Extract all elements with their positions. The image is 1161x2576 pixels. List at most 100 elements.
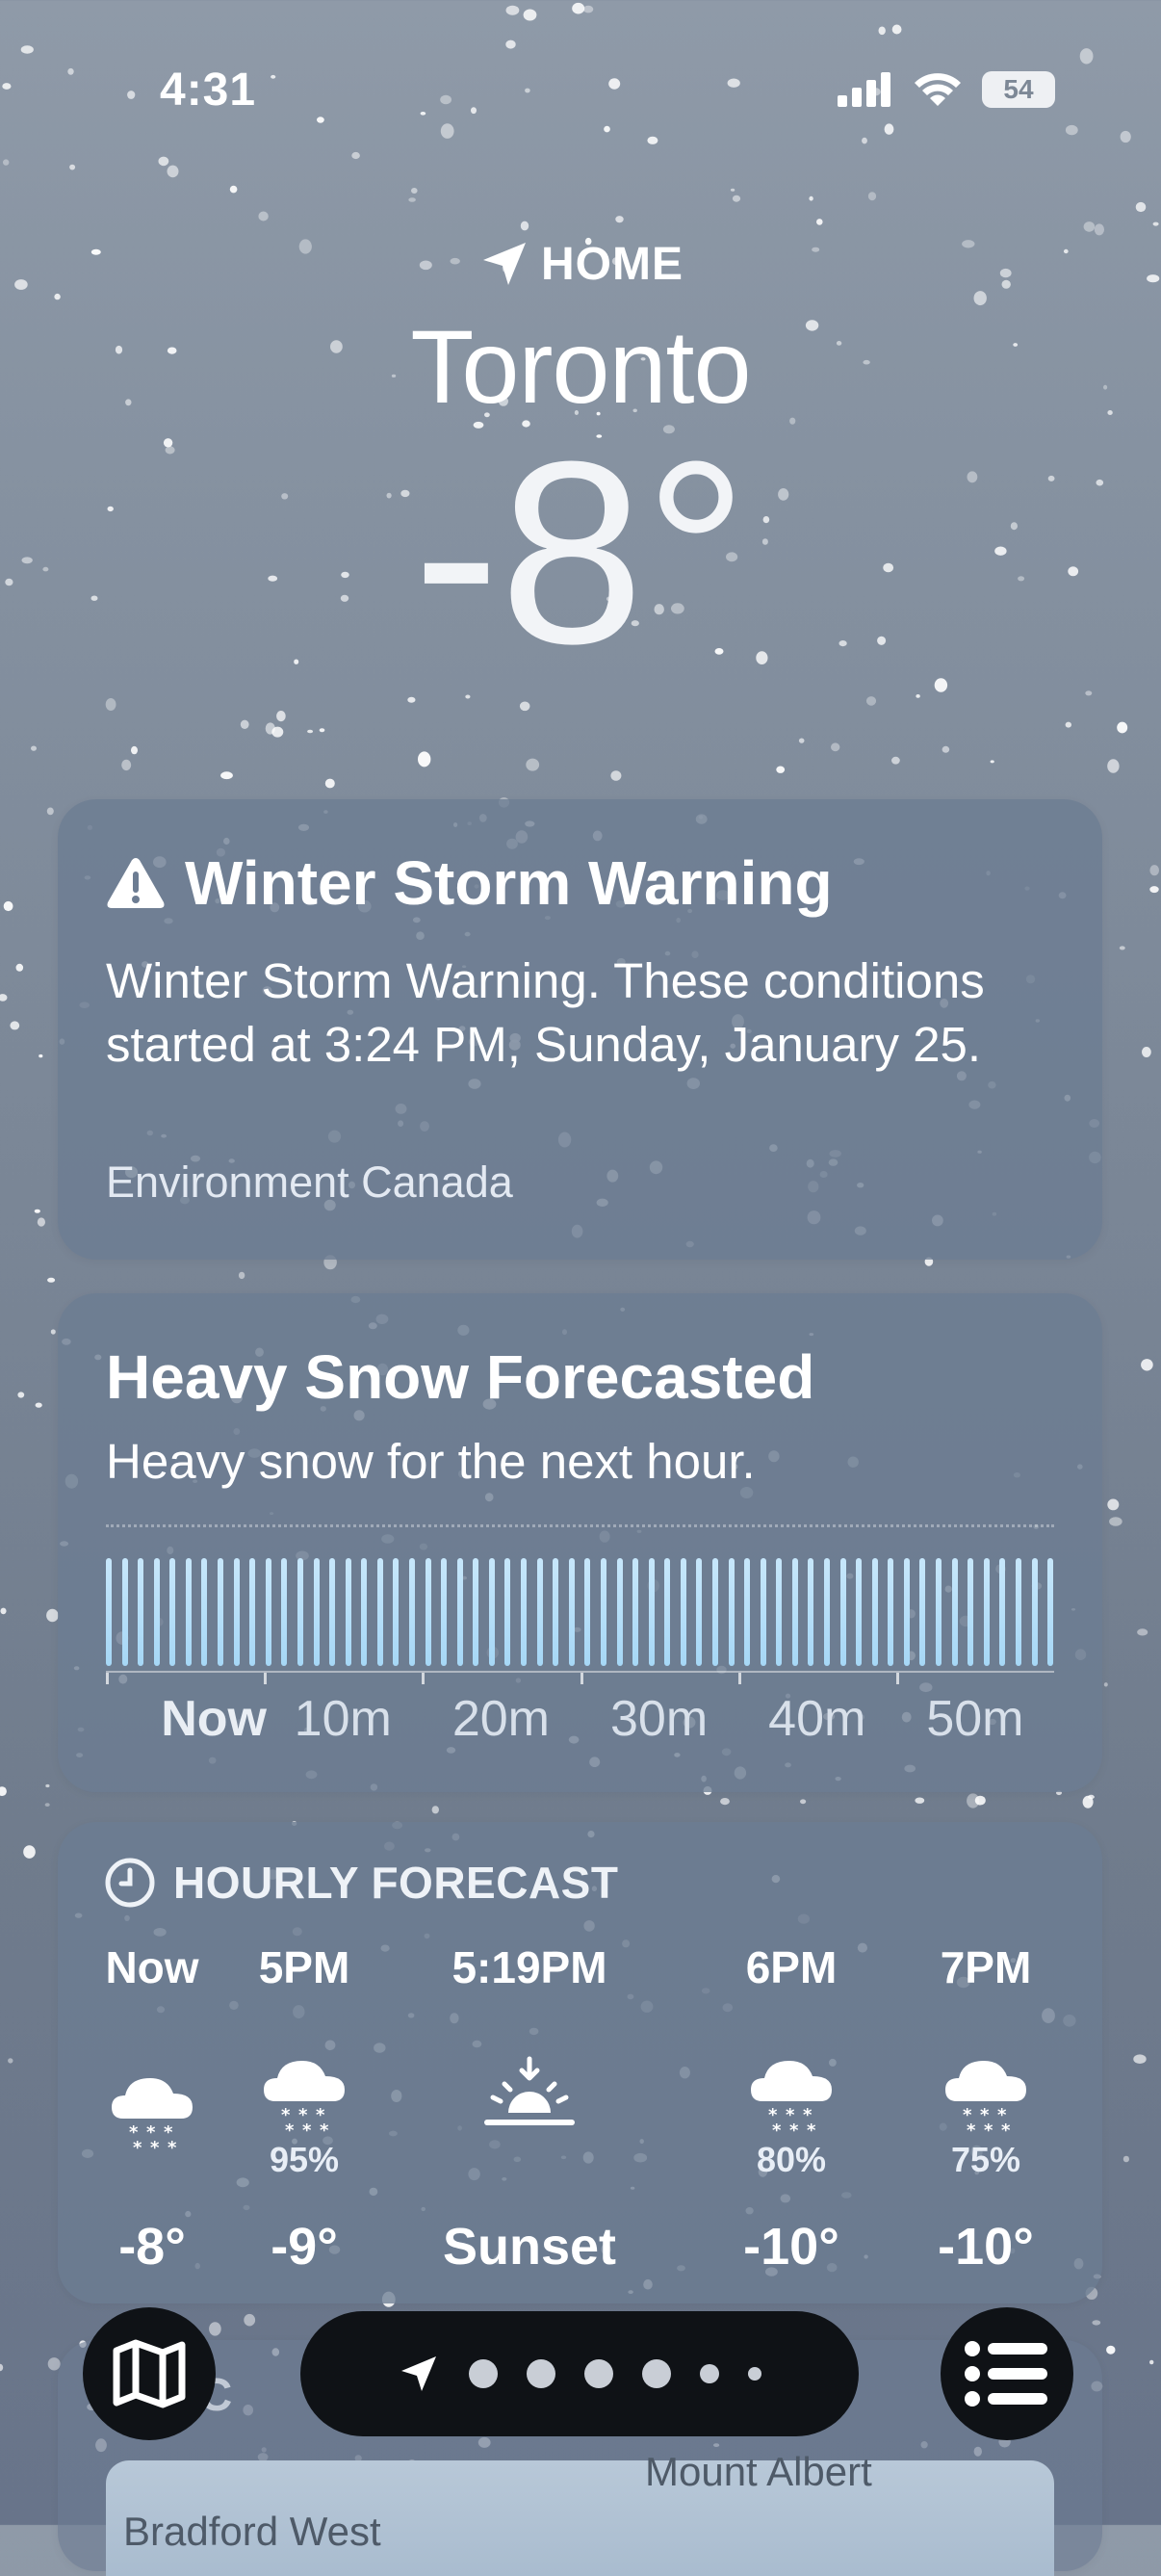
snowflake [1120, 130, 1131, 143]
snowflake [878, 26, 886, 36]
precip-bar [425, 1558, 431, 1666]
svg-text:*: * [150, 2138, 160, 2157]
snowflake [1083, 221, 1096, 232]
snowflake [610, 770, 622, 781]
snowflake [1133, 2054, 1147, 2064]
warning-title-row: Winter Storm Warning [106, 847, 833, 919]
snowflake [471, 107, 477, 115]
list-icon [965, 2341, 1047, 2407]
precip-bar [888, 1558, 894, 1666]
page-dot[interactable] [748, 2367, 761, 2381]
precip-bar [808, 1558, 814, 1666]
page-dot[interactable] [642, 2359, 671, 2388]
hour-precip-chance: 80% [756, 2140, 827, 2179]
snowflake [34, 1209, 40, 1213]
snowflake [440, 123, 454, 139]
hourly-forecast-card[interactable]: HOURLY FORECAST Now * * * * * * -8° 5PM * * * *… [58, 1822, 1102, 2303]
page-dot[interactable] [469, 2359, 498, 2388]
snowflake [1137, 1628, 1148, 1636]
precip-bar [185, 1558, 192, 1666]
precip-axis-tick [106, 1673, 109, 1684]
snowflake [520, 221, 529, 231]
precip-bar [568, 1558, 575, 1666]
snowflake [1065, 721, 1072, 728]
snowflake [1106, 2345, 1116, 2355]
hour-weather-icon: * * * * * * [743, 2053, 839, 2141]
svg-text:*: * [302, 2121, 312, 2140]
precip-bar [648, 1558, 655, 1666]
battery-indicator: 54 [982, 71, 1055, 108]
precip-bar [281, 1558, 288, 1666]
cellular-signal-icon [838, 72, 890, 107]
precip-bar [504, 1558, 511, 1666]
snowflake [990, 760, 994, 764]
snowflake [1103, 1682, 1108, 1687]
map-place-label: Bradford West [123, 2509, 381, 2554]
snowflake [967, 1793, 980, 1808]
precip-time-label: 10m [294, 1691, 392, 1747]
page-dot[interactable] [700, 2364, 719, 2383]
sunset-icon [484, 2056, 575, 2125]
snowflake [604, 125, 610, 133]
snowflake [420, 112, 426, 116]
hour-time: 6PM [745, 1942, 838, 1992]
snowflake [158, 156, 169, 167]
precip-bar [201, 1558, 208, 1666]
snowflake [265, 722, 275, 735]
snowflake [1085, 690, 1093, 696]
snowflake [10, 1021, 20, 1030]
snowflake [884, 123, 894, 135]
snowflake [776, 766, 786, 773]
page-dot[interactable] [584, 2359, 613, 2388]
snowflake [942, 745, 950, 753]
snowflake [31, 745, 37, 751]
precip-bar [696, 1558, 703, 1666]
page-dot[interactable] [527, 2359, 555, 2388]
snowflake [1141, 1359, 1153, 1371]
precip-bar [983, 1558, 990, 1666]
location-page-indicator[interactable] [300, 2311, 859, 2436]
snowflake [2, 83, 12, 90]
snowflake [317, 117, 324, 123]
hour-temperature: Sunset [442, 2218, 617, 2276]
snowflake [519, 701, 530, 712]
snowflake [732, 195, 741, 202]
precip-bar [839, 1558, 846, 1666]
map-button[interactable] [83, 2307, 216, 2440]
precip-bar [728, 1558, 735, 1666]
warning-title: Winter Storm Warning [185, 848, 833, 918]
snowflake [582, 5, 594, 13]
snowflake [0, 1786, 7, 1796]
snowflake [891, 756, 900, 765]
snowflake [50, 1329, 56, 1335]
snowflake [526, 758, 540, 771]
precip-axis-tick [264, 1673, 268, 1684]
precip-bar [153, 1558, 160, 1666]
location-arrow-icon [483, 243, 526, 285]
hour-temperature: -10° [938, 2218, 1034, 2276]
precip-bar [632, 1558, 639, 1666]
precip-bar [473, 1558, 479, 1666]
location-row: HOME [0, 237, 1161, 291]
precipitation-forecast-card[interactable]: Heavy Snow Forecasted Heavy snow for the… [58, 1293, 1102, 1792]
weather-warning-card[interactable]: Winter Storm Warning Winter Storm Warnin… [58, 799, 1102, 1260]
snowflake [167, 165, 179, 178]
precip-bar [329, 1558, 336, 1666]
snowflake [831, 742, 840, 752]
svg-text:*: * [807, 2121, 816, 2140]
snowflake [46, 1608, 59, 1623]
locations-list-button[interactable] [941, 2307, 1073, 2440]
precipitation-map[interactable]: Bradford West Mount Albert [106, 2449, 1054, 2576]
precip-bar [791, 1558, 798, 1666]
precip-bar [233, 1558, 240, 1666]
svg-text:*: * [285, 2121, 295, 2140]
precip-bar [169, 1558, 176, 1666]
precip-bar [408, 1558, 415, 1666]
snowflake [974, 1795, 986, 1806]
snowflake [20, 45, 34, 54]
snowflake [121, 759, 132, 771]
precip-subtitle: Heavy snow for the next hour. [106, 1434, 756, 1489]
hourly-forecast-title: HOURLY FORECAST [173, 1858, 619, 1908]
snowflake [8, 2058, 13, 2064]
snowflake [1109, 1517, 1122, 1526]
